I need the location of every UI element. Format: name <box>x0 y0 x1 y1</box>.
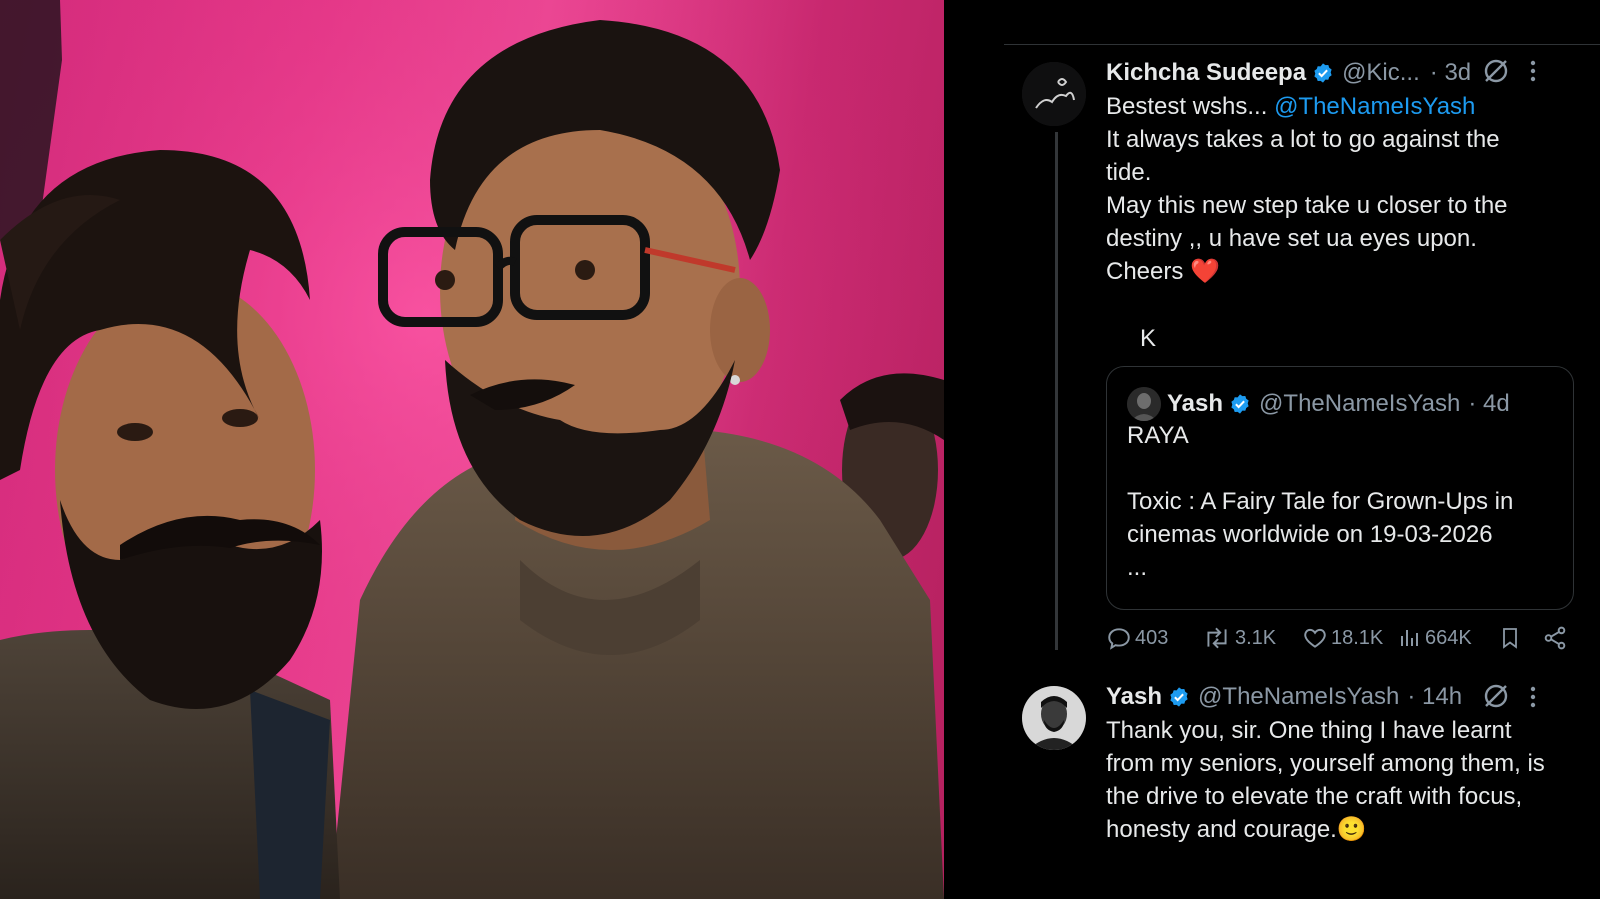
bookmark-button[interactable] <box>1498 625 1525 651</box>
verified-badge-icon <box>1312 62 1334 84</box>
views-count: 664K <box>1425 626 1472 649</box>
action-bar: 403 3.1K 18.1K 664K <box>1106 625 1576 655</box>
tweet-time[interactable]: · 14h <box>1407 683 1462 711</box>
verified-badge-icon <box>1229 393 1251 415</box>
quoted-time: · 4d <box>1468 390 1510 417</box>
quoted-avatar <box>1127 387 1161 421</box>
views-button[interactable]: 664K <box>1398 625 1472 651</box>
repost-count: 3.1K <box>1235 626 1277 649</box>
tweet-text-main: It always takes a lot to go against the … <box>1106 126 1508 285</box>
more-icon[interactable] <box>1528 58 1538 90</box>
tweet-header: Yash @TheNameIsYash · 14h <box>1106 680 1462 714</box>
like-count: 18.1K <box>1331 626 1384 649</box>
photo-illustration <box>0 0 944 899</box>
quoted-header: Yash @TheNameIsYash · 4d <box>1167 387 1510 421</box>
smile-emoji: 🙂 <box>1336 816 1367 843</box>
tweet-header: Kichcha Sudeepa @Kic... · 3d <box>1106 56 1471 90</box>
heart-icon <box>1304 628 1326 648</box>
quoted-tweet[interactable]: Yash @TheNameIsYash · 4d RAYA Toxic : A … <box>1106 366 1574 610</box>
tweet-text: Thank you, sir. One thing I have learnt … <box>1106 717 1545 843</box>
grok-icon[interactable] <box>1482 57 1510 85</box>
divider <box>1004 44 1600 45</box>
avatar-image <box>1022 686 1086 750</box>
quoted-author-handle: @TheNameIsYash <box>1259 390 1461 417</box>
share-button[interactable] <box>1542 625 1571 651</box>
news-photo <box>0 0 944 899</box>
quoted-author-name: Yash <box>1167 390 1224 417</box>
reply-button[interactable]: 403 <box>1106 625 1168 651</box>
author-name[interactable]: Kichcha Sudeepa <box>1106 59 1306 87</box>
bookmark-icon <box>1503 628 1517 649</box>
avatar[interactable] <box>1022 686 1086 750</box>
author-handle[interactable]: @TheNameIsYash <box>1198 683 1399 711</box>
verified-badge-icon <box>1168 686 1190 708</box>
reply-count: 403 <box>1135 626 1169 649</box>
reply-icon <box>1108 628 1130 650</box>
thread-connector <box>1055 132 1058 650</box>
more-icon[interactable] <box>1528 684 1538 716</box>
author-name[interactable]: Yash <box>1106 683 1162 711</box>
mention-link[interactable]: @TheNameIsYash <box>1274 93 1475 120</box>
avatar[interactable] <box>1022 62 1086 126</box>
author-handle[interactable]: @Kic... <box>1342 59 1420 87</box>
grok-icon[interactable] <box>1482 682 1510 710</box>
tweet-body: Thank you, sir. One thing I have learnt … <box>1106 714 1586 846</box>
tweet-body: Bestest wshs... @TheNameIsYash It always… <box>1106 90 1576 288</box>
repost-button[interactable]: 3.1K <box>1202 625 1276 651</box>
like-button[interactable]: 18.1K <box>1302 625 1383 651</box>
tweet-thread: Kichcha Sudeepa @Kic... · 3d Bestest wsh… <box>944 0 1600 899</box>
tweet-time[interactable]: · 3d <box>1430 59 1471 87</box>
views-icon <box>1401 630 1418 646</box>
tweet-text-intro: Bestest wshs... <box>1106 93 1275 120</box>
heart-emoji: ❤️ <box>1190 258 1220 285</box>
repost-icon <box>1207 627 1227 649</box>
avatar-image <box>1022 62 1086 126</box>
quoted-text: RAYA Toxic : A Fairy Tale for Grown-Ups … <box>1127 422 1514 581</box>
share-icon <box>1544 626 1566 650</box>
tweet-signature: K <box>1140 325 1157 352</box>
